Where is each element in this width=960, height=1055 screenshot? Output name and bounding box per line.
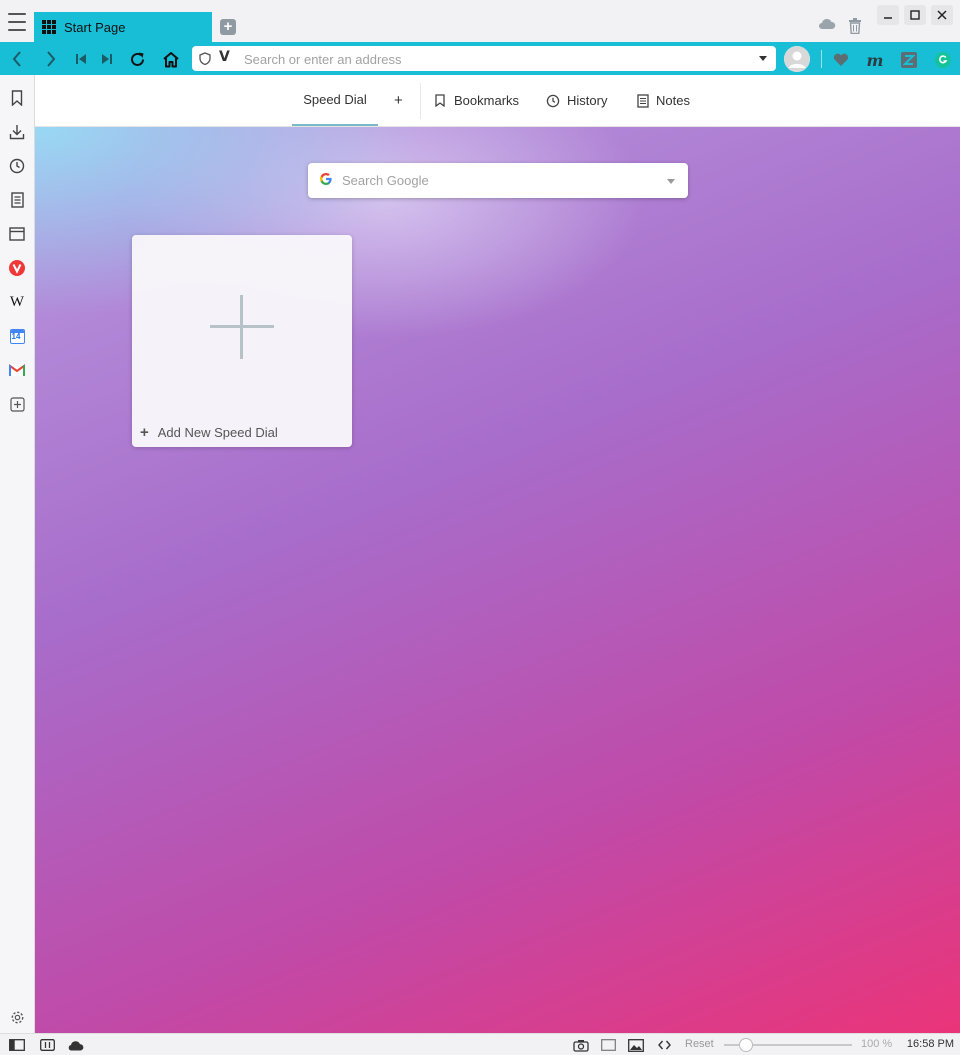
tab-bookmarks-label: Bookmarks	[454, 93, 520, 108]
start-page-nav: Speed Dial + Bookmarks History Notes	[35, 75, 960, 127]
panel-toggle-icon[interactable]	[9, 1038, 25, 1052]
address-input[interactable]	[242, 49, 751, 69]
rewind-icon[interactable]	[72, 50, 90, 68]
tab-bookmarks[interactable]: Bookmarks	[435, 75, 519, 126]
menu-icon[interactable]	[6, 12, 28, 32]
add-speed-dial-group-button[interactable]: +	[394, 75, 403, 126]
vivaldi-v-icon: V	[219, 49, 230, 65]
home-icon[interactable]	[162, 50, 180, 68]
minimize-icon[interactable]	[877, 5, 899, 25]
nav-divider	[420, 83, 421, 119]
sync-cloud-icon[interactable]	[818, 18, 836, 33]
settings-gear-icon[interactable]	[8, 1008, 26, 1026]
search-engine-dropdown-icon[interactable]	[667, 179, 675, 184]
tab-title: Start Page	[64, 19, 126, 35]
zoom-reset-button[interactable]: Reset	[685, 1038, 714, 1050]
profile-avatar[interactable]	[784, 46, 810, 72]
add-new-speed-dial-tile[interactable]: + Add New Speed Dial	[132, 235, 352, 447]
image-toggle-icon[interactable]	[628, 1038, 644, 1052]
chevron-down-icon[interactable]	[759, 56, 767, 61]
notes-panel-icon[interactable]	[8, 191, 26, 209]
google-search-field[interactable]	[308, 163, 688, 198]
tab-history-label: History	[567, 93, 608, 108]
tab-start-page[interactable]: Start Page	[34, 12, 212, 42]
google-icon	[319, 172, 333, 189]
tab-tiling-icon[interactable]	[40, 1038, 55, 1052]
tab-notes[interactable]: Notes	[637, 75, 690, 126]
history-icon	[546, 94, 560, 108]
add-new-speed-dial-label: Add New Speed Dial	[157, 425, 278, 440]
new-tab-icon[interactable]: +	[220, 19, 236, 35]
zoom-level: 100 %	[861, 1038, 893, 1050]
add-new-speed-dial-label-row: + Add New Speed Dial	[140, 424, 278, 441]
tab-speed-dial[interactable]: Speed Dial	[292, 75, 378, 126]
back-icon[interactable]	[8, 50, 26, 68]
google-search-input[interactable]	[340, 172, 654, 189]
title-bar: Start Page +	[0, 0, 960, 42]
maximize-icon[interactable]	[904, 5, 926, 25]
heart-extension-icon[interactable]	[832, 51, 850, 69]
vivaldi-panel-icon[interactable]	[8, 259, 26, 277]
tab-speed-dial-label: Speed Dial	[303, 92, 367, 107]
window-panel-icon[interactable]	[8, 225, 26, 243]
add-web-panel-icon[interactable]	[8, 395, 26, 413]
speed-dial-grid-icon	[42, 20, 56, 34]
fast-forward-icon[interactable]	[98, 50, 116, 68]
extensions-divider	[821, 50, 822, 68]
tab-notes-label: Notes	[656, 93, 690, 108]
speed-dial-page: + Add New Speed Dial	[35, 127, 960, 1033]
address-field[interactable]: V	[192, 46, 776, 71]
status-bar: Reset 100 % 16:58 PM	[0, 1033, 960, 1055]
add-group-label: +	[394, 92, 403, 109]
side-panel-bar: W 14	[0, 75, 35, 1033]
trash-icon[interactable]	[848, 18, 862, 37]
shield-icon[interactable]	[199, 52, 211, 68]
z-extension-icon[interactable]	[900, 51, 918, 69]
notes-icon	[637, 93, 649, 108]
clock[interactable]: 16:58 PM	[907, 1038, 954, 1050]
reload-icon[interactable]	[128, 50, 146, 68]
address-bar: V	[0, 42, 960, 75]
page-tiling-icon[interactable]	[601, 1038, 616, 1052]
sync-status-icon[interactable]	[67, 1038, 84, 1052]
close-icon[interactable]	[931, 5, 953, 25]
page-actions-icon[interactable]	[658, 1038, 671, 1052]
small-plus-icon: +	[140, 424, 149, 441]
forward-icon[interactable]	[42, 50, 60, 68]
bookmark-icon	[435, 94, 445, 107]
calendar-day: 14	[11, 331, 21, 341]
calendar-panel-icon[interactable]: 14	[8, 327, 26, 345]
downloads-panel-icon[interactable]	[8, 123, 26, 141]
tab-history[interactable]: History	[546, 75, 607, 126]
history-panel-icon[interactable]	[8, 157, 26, 175]
wikipedia-panel-icon[interactable]: W	[8, 293, 26, 311]
zoom-slider-handle[interactable]	[739, 1038, 753, 1052]
m-extension-icon[interactable]: m	[866, 51, 884, 70]
bookmarks-panel-icon[interactable]	[8, 89, 26, 107]
grammarly-extension-icon[interactable]	[934, 51, 952, 69]
wikipedia-glyph: W	[9, 293, 25, 310]
capture-camera-icon[interactable]	[573, 1038, 589, 1052]
gmail-panel-icon[interactable]	[8, 361, 26, 379]
